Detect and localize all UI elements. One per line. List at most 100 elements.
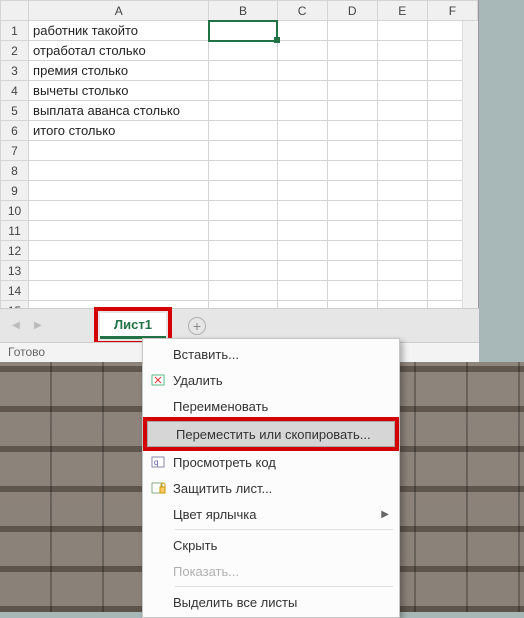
cell[interactable]: отработал столько <box>29 41 209 61</box>
cell[interactable] <box>29 201 209 221</box>
cell[interactable] <box>377 81 427 101</box>
cell[interactable] <box>377 61 427 81</box>
cell[interactable] <box>327 141 377 161</box>
sheet-tab[interactable]: Лист1 <box>100 313 166 339</box>
menu-hide[interactable]: Скрыть <box>145 532 397 558</box>
row-header[interactable]: 10 <box>1 201 29 221</box>
column-header[interactable]: C <box>277 1 327 21</box>
cell[interactable] <box>327 61 377 81</box>
row-header[interactable]: 5 <box>1 101 29 121</box>
cell[interactable] <box>209 261 277 281</box>
cell[interactable] <box>327 181 377 201</box>
cell[interactable] <box>29 261 209 281</box>
tab-prev-icon[interactable]: ◀ <box>6 316 26 336</box>
cell[interactable] <box>209 141 277 161</box>
cell[interactable] <box>277 81 327 101</box>
cell[interactable] <box>277 41 327 61</box>
cell[interactable] <box>377 181 427 201</box>
menu-insert[interactable]: Вставить... <box>145 341 397 367</box>
column-header[interactable]: D <box>327 1 377 21</box>
cell[interactable]: вычеты столько <box>29 81 209 101</box>
cell[interactable] <box>209 81 277 101</box>
row-header[interactable]: 9 <box>1 181 29 201</box>
cell[interactable] <box>327 241 377 261</box>
cell[interactable] <box>327 21 377 41</box>
menu-protect[interactable]: Защитить лист... <box>145 475 397 501</box>
cell[interactable] <box>277 241 327 261</box>
cell[interactable] <box>29 281 209 301</box>
menu-delete[interactable]: Удалить <box>145 367 397 393</box>
cell[interactable] <box>377 121 427 141</box>
cell[interactable] <box>327 101 377 121</box>
row-header[interactable]: 11 <box>1 221 29 241</box>
cell[interactable]: работник такойто <box>29 21 209 41</box>
cell[interactable] <box>29 161 209 181</box>
cell[interactable] <box>377 201 427 221</box>
cell[interactable] <box>277 261 327 281</box>
cell[interactable] <box>377 281 427 301</box>
row-header[interactable]: 14 <box>1 281 29 301</box>
cell[interactable] <box>209 181 277 201</box>
cell[interactable] <box>29 241 209 261</box>
cell[interactable] <box>277 101 327 121</box>
select-all-corner[interactable] <box>1 1 29 21</box>
cell[interactable] <box>377 141 427 161</box>
cell[interactable] <box>277 141 327 161</box>
cell[interactable] <box>209 21 277 41</box>
cell[interactable] <box>29 221 209 241</box>
cell[interactable] <box>209 201 277 221</box>
cell[interactable] <box>209 41 277 61</box>
menu-select-all-sheets[interactable]: Выделить все листы <box>145 589 397 615</box>
cell[interactable] <box>327 201 377 221</box>
cell[interactable] <box>327 221 377 241</box>
cell[interactable] <box>377 161 427 181</box>
cell[interactable] <box>377 41 427 61</box>
column-header[interactable]: B <box>209 1 277 21</box>
cell[interactable] <box>209 241 277 261</box>
cell[interactable] <box>29 141 209 161</box>
grid[interactable]: ABCDEF 1работник такойто2отработал столь… <box>0 0 478 321</box>
cell[interactable] <box>277 121 327 141</box>
row-header[interactable]: 12 <box>1 241 29 261</box>
cell[interactable] <box>29 181 209 201</box>
cell[interactable] <box>327 161 377 181</box>
cell[interactable] <box>209 121 277 141</box>
cell[interactable] <box>209 161 277 181</box>
cell[interactable]: премия столько <box>29 61 209 81</box>
menu-tab-color[interactable]: Цвет ярлычка ▶ <box>145 501 397 527</box>
row-header[interactable]: 13 <box>1 261 29 281</box>
cell[interactable] <box>377 221 427 241</box>
cell[interactable] <box>209 61 277 81</box>
cell[interactable] <box>277 281 327 301</box>
row-header[interactable]: 7 <box>1 141 29 161</box>
column-header[interactable]: A <box>29 1 209 21</box>
cell[interactable]: выплата аванса столько <box>29 101 209 121</box>
menu-rename[interactable]: Переименовать <box>145 393 397 419</box>
cell[interactable]: итого столько <box>29 121 209 141</box>
row-header[interactable]: 4 <box>1 81 29 101</box>
row-header[interactable]: 6 <box>1 121 29 141</box>
cell[interactable] <box>209 221 277 241</box>
row-header[interactable]: 3 <box>1 61 29 81</box>
cell[interactable] <box>277 161 327 181</box>
cell[interactable] <box>327 121 377 141</box>
column-header[interactable]: F <box>427 1 477 21</box>
row-header[interactable]: 8 <box>1 161 29 181</box>
cell[interactable] <box>327 281 377 301</box>
cell[interactable] <box>377 261 427 281</box>
cell[interactable] <box>377 241 427 261</box>
cell[interactable] <box>277 221 327 241</box>
tab-next-icon[interactable]: ▶ <box>28 316 48 336</box>
column-header[interactable]: E <box>377 1 427 21</box>
cell[interactable] <box>277 61 327 81</box>
cell[interactable] <box>277 201 327 221</box>
add-sheet-button[interactable]: + <box>188 317 206 335</box>
cell[interactable] <box>327 41 377 61</box>
cell[interactable] <box>377 21 427 41</box>
cell[interactable] <box>209 281 277 301</box>
cell[interactable] <box>209 101 277 121</box>
cell[interactable] <box>377 101 427 121</box>
cell[interactable] <box>327 261 377 281</box>
cell[interactable] <box>277 181 327 201</box>
menu-view-code[interactable]: q Просмотреть код <box>145 449 397 475</box>
